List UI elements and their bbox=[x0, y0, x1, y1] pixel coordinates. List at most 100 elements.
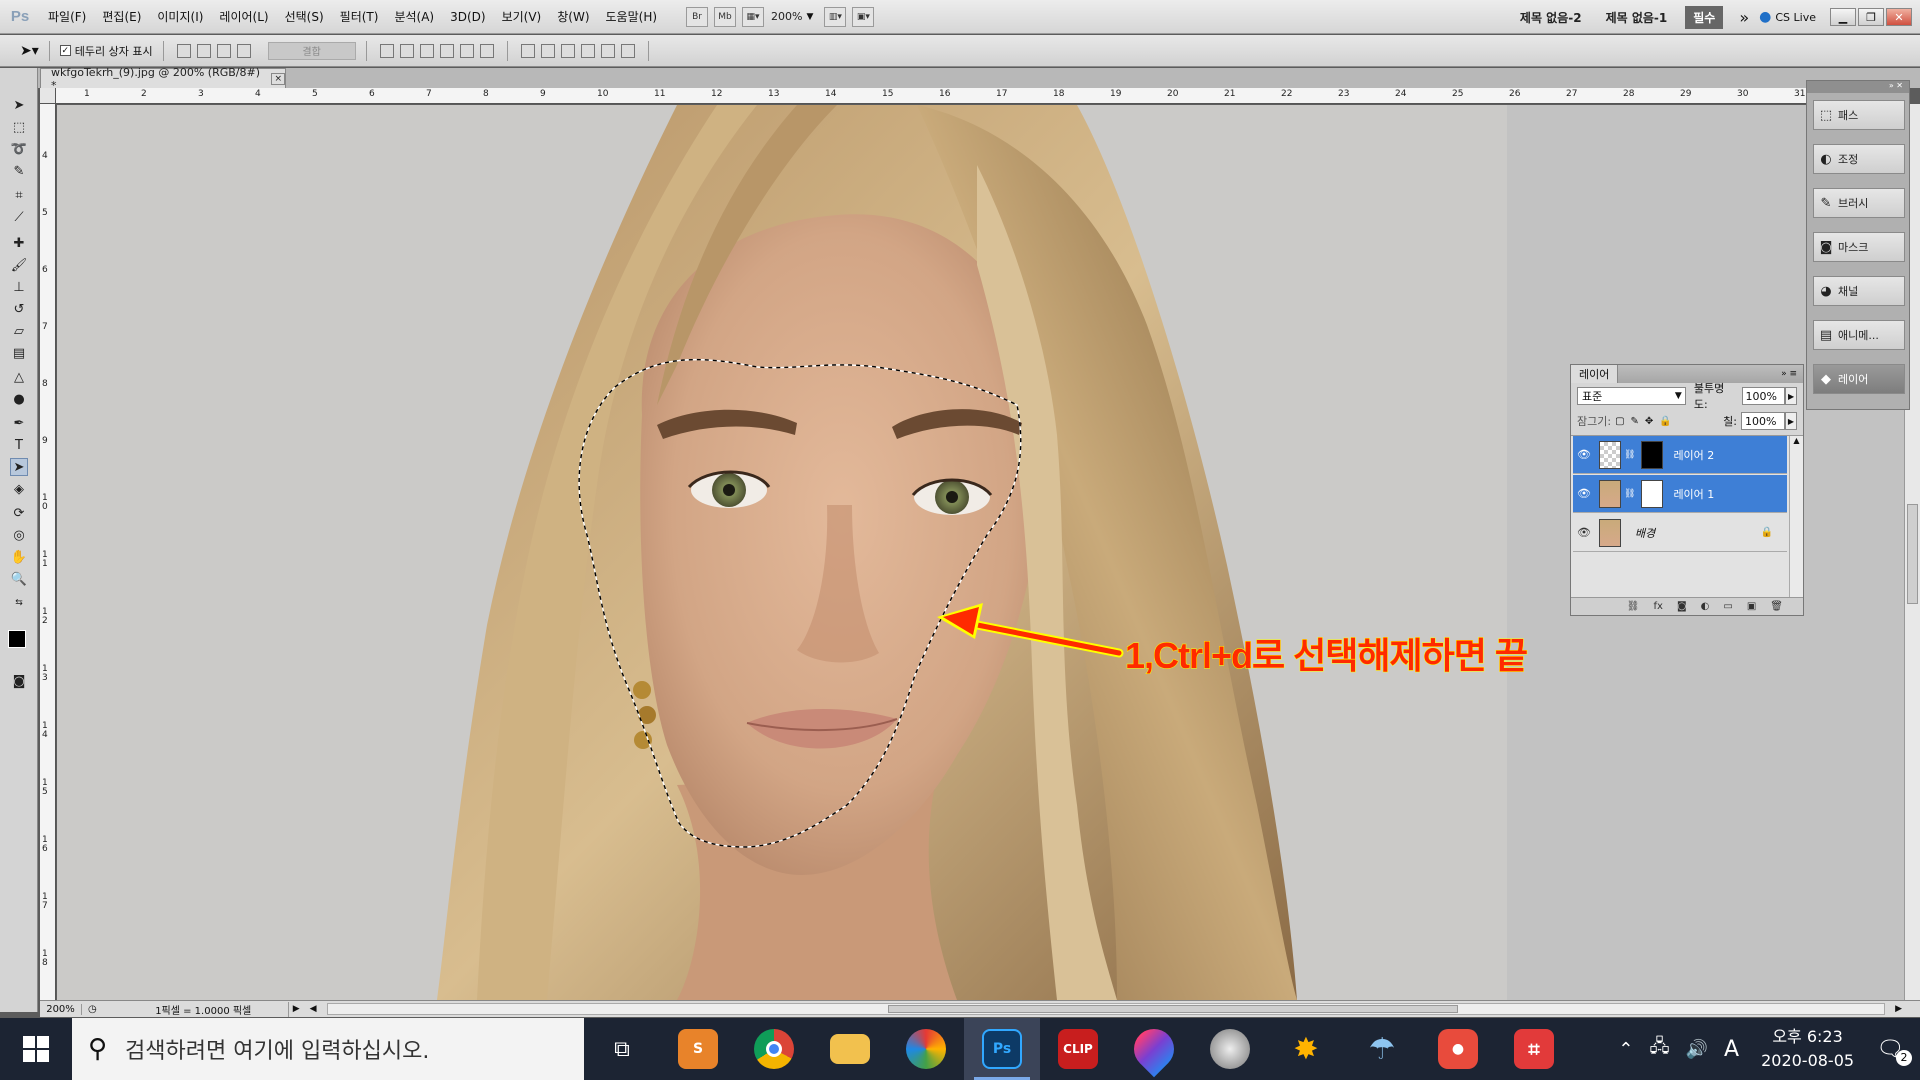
dock-adjustments[interactable]: ◐ 조정 bbox=[1813, 144, 1905, 174]
vertical-scroll-thumb[interactable] bbox=[1907, 504, 1918, 604]
3d-rotate-tool-icon[interactable]: ⟳ bbox=[10, 504, 28, 522]
taskbar-chrome[interactable] bbox=[736, 1018, 812, 1080]
panel-menu-icon[interactable]: » ≡ bbox=[1781, 369, 1797, 379]
taskbar-bandicam[interactable]: ● bbox=[1420, 1018, 1496, 1080]
layer-row[interactable]: 👁 ⛓ 레이어 2 bbox=[1573, 436, 1787, 474]
align-right-icon[interactable] bbox=[479, 43, 494, 58]
distribute-left-icon[interactable] bbox=[580, 43, 595, 58]
shape-tool-icon[interactable]: ◈ bbox=[10, 480, 28, 498]
bridge-button[interactable]: Br bbox=[686, 6, 709, 27]
menu-filter[interactable]: 필터(T) bbox=[332, 8, 387, 25]
opacity-input[interactable]: 100% bbox=[1741, 387, 1786, 405]
ruler-vertical[interactable]: 4 5 6 7 8 9 1 0 1 1 1 2 1 3 1 4 1 5 1 6 1 7 1 8 bbox=[40, 104, 56, 1000]
view-extras-icon[interactable]: ▦▾ bbox=[742, 6, 765, 27]
crop-tool-icon[interactable]: ⌗ bbox=[10, 186, 28, 204]
menu-select[interactable]: 선택(S) bbox=[277, 8, 332, 25]
align-left-icon[interactable] bbox=[439, 43, 454, 58]
layer-mask-thumbnail[interactable] bbox=[1641, 479, 1664, 508]
new-layer-icon[interactable]: ▣ bbox=[1747, 601, 1756, 612]
status-info-icon[interactable]: ◷ bbox=[88, 1004, 97, 1015]
distribute-bottom-icon[interactable] bbox=[560, 43, 575, 58]
volume-icon[interactable]: 🔊 bbox=[1686, 1039, 1708, 1060]
menu-3d[interactable]: 3D(D) bbox=[442, 10, 493, 24]
combine-button[interactable]: 결합 bbox=[267, 41, 356, 60]
distribute-vcenter-icon[interactable] bbox=[540, 43, 555, 58]
menu-image[interactable]: 이미지(I) bbox=[149, 8, 211, 25]
dock-brushes[interactable]: ✎ 브러시 bbox=[1813, 188, 1905, 218]
status-menu-arrow-icon[interactable]: ▶ bbox=[293, 1004, 300, 1014]
gradient-tool-icon[interactable]: ▤ bbox=[10, 344, 28, 362]
hand-tool-icon[interactable]: ✋ bbox=[10, 548, 28, 566]
blur-tool-icon[interactable]: △ bbox=[10, 368, 28, 386]
horizontal-scroll-thumb[interactable] bbox=[887, 1005, 1458, 1013]
ruler-origin[interactable] bbox=[40, 88, 56, 104]
menu-edit[interactable]: 편집(E) bbox=[94, 8, 149, 25]
dock-layers[interactable]: ◆ 레이어 bbox=[1813, 364, 1905, 394]
ruler-horizontal[interactable]: 1 2 3 4 5 6 7 8 9 10 11 12 13 14 15 16 17 18 19 20 21 22 23 24 2… bbox=[56, 88, 1910, 104]
menu-layer[interactable]: 레이어(L) bbox=[211, 8, 276, 25]
quick-select-tool-icon[interactable]: ✎ bbox=[10, 162, 28, 180]
taskbar-clip[interactable]: CLIP bbox=[1040, 1018, 1116, 1080]
more-workspaces-icon[interactable]: » bbox=[1739, 8, 1749, 27]
dock-animation[interactable]: ▤ 애니메... bbox=[1813, 320, 1905, 350]
blend-mode-select[interactable]: 표준 ▼ bbox=[1577, 387, 1686, 405]
visibility-eye-icon[interactable]: 👁 bbox=[1573, 487, 1595, 500]
fill-slider-icon[interactable]: ▶ bbox=[1785, 412, 1797, 430]
workspace-untitled-2[interactable]: 제목 없음-2 bbox=[1508, 9, 1594, 26]
close-window-button[interactable]: ✕ bbox=[1886, 8, 1912, 26]
cs-live-button[interactable]: CS Live bbox=[1775, 11, 1816, 24]
lock-options-icon[interactable]: ▢✎✥🔒 bbox=[1615, 416, 1678, 427]
menu-view[interactable]: 보기(V) bbox=[494, 8, 550, 25]
taskbar-paint-drop[interactable] bbox=[1116, 1018, 1192, 1080]
screen-mode-icon[interactable]: ▣▾ bbox=[852, 6, 875, 27]
align-vcenter-icon[interactable] bbox=[399, 43, 414, 58]
dock-paths[interactable]: ⬚ 패스 bbox=[1813, 100, 1905, 130]
scroll-left-icon[interactable]: ◀ bbox=[310, 1004, 317, 1014]
type-tool-icon[interactable]: T bbox=[10, 436, 28, 454]
align-bottom-icon[interactable] bbox=[419, 43, 434, 58]
layers-tab[interactable]: 레이어 bbox=[1571, 365, 1619, 383]
distribute-top-icon[interactable] bbox=[520, 43, 535, 58]
taskbar-photoshop[interactable]: Ps bbox=[964, 1018, 1040, 1080]
taskbar-photoscape[interactable] bbox=[888, 1018, 964, 1080]
network-icon[interactable]: 🖧 bbox=[1650, 1034, 1670, 1064]
taskbar-pro-app[interactable] bbox=[1192, 1018, 1268, 1080]
healing-tool-icon[interactable]: ✚ bbox=[10, 234, 28, 252]
move-tool-preset-icon[interactable]: ➤▾ bbox=[20, 43, 39, 59]
minimize-button[interactable]: ▁ bbox=[1830, 8, 1856, 26]
menu-analysis[interactable]: 분석(A) bbox=[386, 8, 442, 25]
start-button[interactable] bbox=[0, 1018, 72, 1080]
status-zoom[interactable]: 200% bbox=[40, 1003, 82, 1015]
layer-row[interactable]: 👁 ⛓ 레이어 1 bbox=[1573, 475, 1787, 513]
bounding-box-checkbox[interactable]: ✓ bbox=[59, 45, 71, 56]
swap-colors-icon[interactable]: ⇆ bbox=[10, 594, 28, 612]
visibility-eye-icon[interactable]: 👁 bbox=[1573, 526, 1595, 539]
taskbar-sublime[interactable]: S bbox=[660, 1018, 736, 1080]
dodge-tool-icon[interactable]: ● bbox=[10, 390, 28, 408]
new-group-icon[interactable]: ▭ bbox=[1723, 601, 1732, 612]
restore-button[interactable]: ❐ bbox=[1858, 8, 1884, 26]
visibility-eye-icon[interactable]: 👁 bbox=[1573, 448, 1595, 461]
fx-icon[interactable]: fx bbox=[1654, 601, 1663, 612]
taskbar-search[interactable]: ⚲ 검색하려면 여기에 입력하십시오. bbox=[72, 1018, 584, 1080]
adjustment-layer-icon[interactable]: ◐ bbox=[1701, 601, 1710, 612]
menu-file[interactable]: 파일(F) bbox=[40, 8, 94, 25]
workspace-essentials[interactable]: 필수 bbox=[1685, 5, 1724, 29]
layer-mask-thumbnail[interactable] bbox=[1641, 440, 1664, 469]
fill-input[interactable]: 100% bbox=[1741, 412, 1785, 430]
eyedropper-tool-icon[interactable]: ⟋ bbox=[10, 208, 28, 226]
taskbar-file-explorer[interactable] bbox=[812, 1018, 888, 1080]
zoom-level-select[interactable]: 200% bbox=[771, 10, 802, 23]
quick-mask-icon[interactable]: ◙ bbox=[10, 672, 28, 690]
notification-icon[interactable]: 🗨 2 bbox=[1876, 1037, 1912, 1066]
taskbar-crop-pro[interactable]: ⌗ bbox=[1496, 1018, 1572, 1080]
close-tab-icon[interactable]: × bbox=[271, 72, 285, 85]
3d-orbit-tool-icon[interactable]: ◎ bbox=[10, 526, 28, 544]
clock[interactable]: 오후 6:23 2020-08-05 bbox=[1761, 1025, 1854, 1073]
move-tool-icon[interactable]: ➤ bbox=[10, 96, 28, 114]
distribute-right-icon[interactable] bbox=[620, 43, 635, 58]
scroll-right-icon[interactable]: ▶ bbox=[1895, 1004, 1902, 1014]
layer-row[interactable]: 👁 배경 🔒 bbox=[1573, 514, 1787, 552]
trash-icon[interactable]: 🗑 bbox=[1770, 601, 1783, 612]
opacity-slider-icon[interactable]: ▶ bbox=[1785, 387, 1797, 405]
